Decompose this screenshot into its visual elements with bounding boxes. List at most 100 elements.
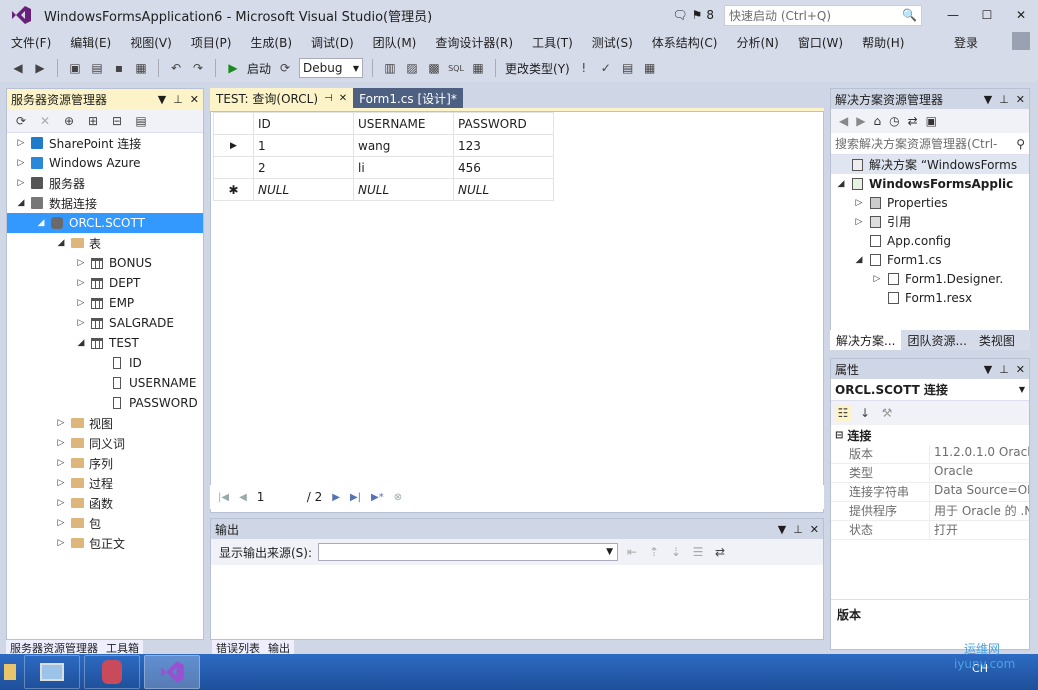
tree-item[interactable]: ID — [7, 353, 203, 373]
cell-password[interactable]: 123 — [453, 134, 554, 157]
properties-icon[interactable]: ▤ — [133, 113, 149, 129]
close-icon[interactable]: ✕ — [1016, 93, 1025, 106]
minimize-button[interactable]: — — [936, 0, 970, 30]
collapsed-arrow-icon[interactable]: ▷ — [853, 217, 865, 227]
results-pane-icon[interactable]: ▦ — [470, 60, 486, 76]
new-row[interactable]: ✱ NULL NULL NULL — [213, 178, 554, 201]
expanded-arrow-icon[interactable]: ◢ — [835, 179, 847, 189]
taskbar-explorer-button[interactable] — [0, 655, 20, 689]
find-message-icon[interactable]: ⇤ — [624, 544, 640, 560]
close-button[interactable]: ✕ — [1004, 0, 1038, 30]
alphabetical-icon[interactable]: ↓ — [857, 405, 873, 421]
tree-item[interactable]: ◢ 数据连接 — [7, 193, 203, 213]
cell-id[interactable]: 1 — [253, 134, 354, 157]
pin-icon[interactable]: ⊣ — [324, 93, 333, 104]
tab-solution-explorer[interactable]: 解决方案... — [830, 330, 902, 350]
tree-item[interactable]: ▷ 同义词 — [7, 433, 203, 453]
tree-item[interactable]: ▷ 过程 — [7, 473, 203, 493]
menu-help[interactable]: 帮助(H) — [851, 34, 912, 51]
cell-username[interactable]: wang — [353, 134, 454, 157]
collapsed-arrow-icon[interactable]: ▷ — [55, 478, 67, 488]
collapsed-arrow-icon[interactable]: ▷ — [871, 274, 883, 284]
tree-item[interactable]: ▷ Windows Azure — [7, 153, 203, 173]
table-row[interactable]: 2 li 456 — [213, 156, 554, 179]
collapsed-arrow-icon[interactable]: ▷ — [75, 298, 87, 308]
grid-corner[interactable] — [213, 112, 254, 135]
close-icon[interactable]: ✕ — [810, 523, 819, 536]
solution-config-select[interactable]: Debug ▼ — [299, 58, 364, 78]
verify-sql-icon[interactable]: ✓ — [598, 60, 614, 76]
collapsed-arrow-icon[interactable]: ▷ — [15, 158, 27, 168]
pin-icon[interactable]: ⊥ — [999, 93, 1009, 106]
menu-debug[interactable]: 调试(D) — [300, 34, 362, 51]
taskbar-database-button[interactable] — [84, 655, 140, 689]
undo-icon[interactable]: ↶ — [168, 60, 184, 76]
menu-build[interactable]: 生成(B) — [239, 34, 300, 51]
tree-item[interactable]: ▷ 序列 — [7, 453, 203, 473]
solution-tree-item[interactable]: ▷ Properties — [831, 193, 1029, 212]
tree-item[interactable]: ▷ 包 — [7, 513, 203, 533]
connect-database-icon[interactable]: ⊕ — [61, 113, 77, 129]
tab-server-explorer[interactable]: 服务器资源管理器 — [6, 640, 102, 655]
back-icon[interactable]: ◀ — [839, 114, 848, 128]
tree-item[interactable]: ▷ 包正文 — [7, 533, 203, 553]
row-marker[interactable]: ▶ — [213, 134, 254, 157]
cell-id[interactable]: 2 — [253, 156, 354, 179]
refresh-icon[interactable]: ⟳ — [277, 60, 293, 76]
property-row[interactable]: 连接字符串 Data Source=OR — [831, 483, 1029, 502]
next-page-icon[interactable]: ▶ — [332, 492, 340, 503]
forward-icon[interactable]: ▶ — [32, 60, 48, 76]
menu-analyze[interactable]: 分析(N) — [726, 34, 787, 51]
tree-item[interactable]: ◢ TEST — [7, 333, 203, 353]
dropdown-icon[interactable]: ▼ — [158, 93, 166, 106]
dropdown-icon[interactable]: ▼ — [984, 93, 992, 106]
cell-password[interactable]: 456 — [453, 156, 554, 179]
query-designer-icon[interactable]: ▥ — [382, 60, 398, 76]
solution-tree-item[interactable]: ▷ Form1.Designer. — [831, 269, 1029, 288]
tree-item[interactable]: ▷ SALGRADE — [7, 313, 203, 333]
save-icon[interactable]: ▪ — [111, 60, 127, 76]
dropdown-icon[interactable]: ▼ — [984, 363, 992, 376]
next-message-icon[interactable]: ⇣ — [668, 544, 684, 560]
notifications-button[interactable]: 🗨 ⚑ 8 — [672, 8, 714, 22]
collapsed-arrow-icon[interactable]: ▷ — [55, 538, 67, 548]
tree-item[interactable]: ▷ EMP — [7, 293, 203, 313]
tree-item[interactable]: ▷ DEPT — [7, 273, 203, 293]
back-icon[interactable]: ◀ — [10, 60, 26, 76]
collapsed-arrow-icon[interactable]: ▷ — [55, 498, 67, 508]
categorized-icon[interactable]: ☷ — [835, 405, 851, 421]
word-wrap-icon[interactable]: ⇄ — [712, 544, 728, 560]
property-row[interactable]: 版本 11.2.0.1.0 Oracle — [831, 445, 1029, 464]
sql-pane-icon[interactable]: SQL — [448, 60, 464, 76]
pin-icon[interactable]: ⊥ — [793, 523, 803, 536]
property-object-select[interactable]: ORCL.SCOTT 连接 ▼ — [831, 379, 1029, 401]
new-project-icon[interactable]: ▣ — [67, 60, 83, 76]
expanded-arrow-icon[interactable]: ◢ — [15, 198, 27, 208]
collapsed-arrow-icon[interactable]: ▷ — [15, 138, 27, 148]
menu-view[interactable]: 视图(V) — [119, 34, 180, 51]
menu-project[interactable]: 项目(P) — [180, 34, 240, 51]
maximize-button[interactable]: ☐ — [970, 0, 1004, 30]
collapsed-arrow-icon[interactable]: ▷ — [55, 518, 67, 528]
history-icon[interactable]: ◷ — [889, 114, 899, 128]
collapse-icon[interactable]: ⊟ — [835, 430, 843, 441]
property-row[interactable]: 状态 打开 — [831, 521, 1029, 540]
expanded-arrow-icon[interactable]: ◢ — [75, 338, 87, 348]
property-category[interactable]: ⊟ 连接 — [831, 425, 1029, 445]
menu-file[interactable]: 文件(F) — [0, 34, 59, 51]
tree-item[interactable]: ▷ 视图 — [7, 413, 203, 433]
close-icon[interactable]: ✕ — [1016, 363, 1025, 376]
collapsed-arrow-icon[interactable]: ▷ — [75, 278, 87, 288]
close-icon[interactable]: ✕ — [339, 93, 347, 104]
expanded-arrow-icon[interactable]: ◢ — [35, 218, 47, 228]
expanded-arrow-icon[interactable]: ◢ — [853, 255, 865, 265]
cell-username[interactable]: NULL — [353, 178, 454, 201]
login-link[interactable]: 登录 — [954, 34, 978, 51]
solution-tree-item[interactable]: Form1.resx — [831, 288, 1029, 307]
cell-id[interactable]: NULL — [253, 178, 354, 201]
solution-search-input[interactable]: 搜索解决方案资源管理器(Ctrl- ⚲ — [831, 133, 1029, 155]
tree-item[interactable]: USERNAME — [7, 373, 203, 393]
redo-icon[interactable]: ↷ — [190, 60, 206, 76]
execute-sql-icon[interactable]: ! — [576, 60, 592, 76]
add-table-icon[interactable]: ▦ — [642, 60, 658, 76]
